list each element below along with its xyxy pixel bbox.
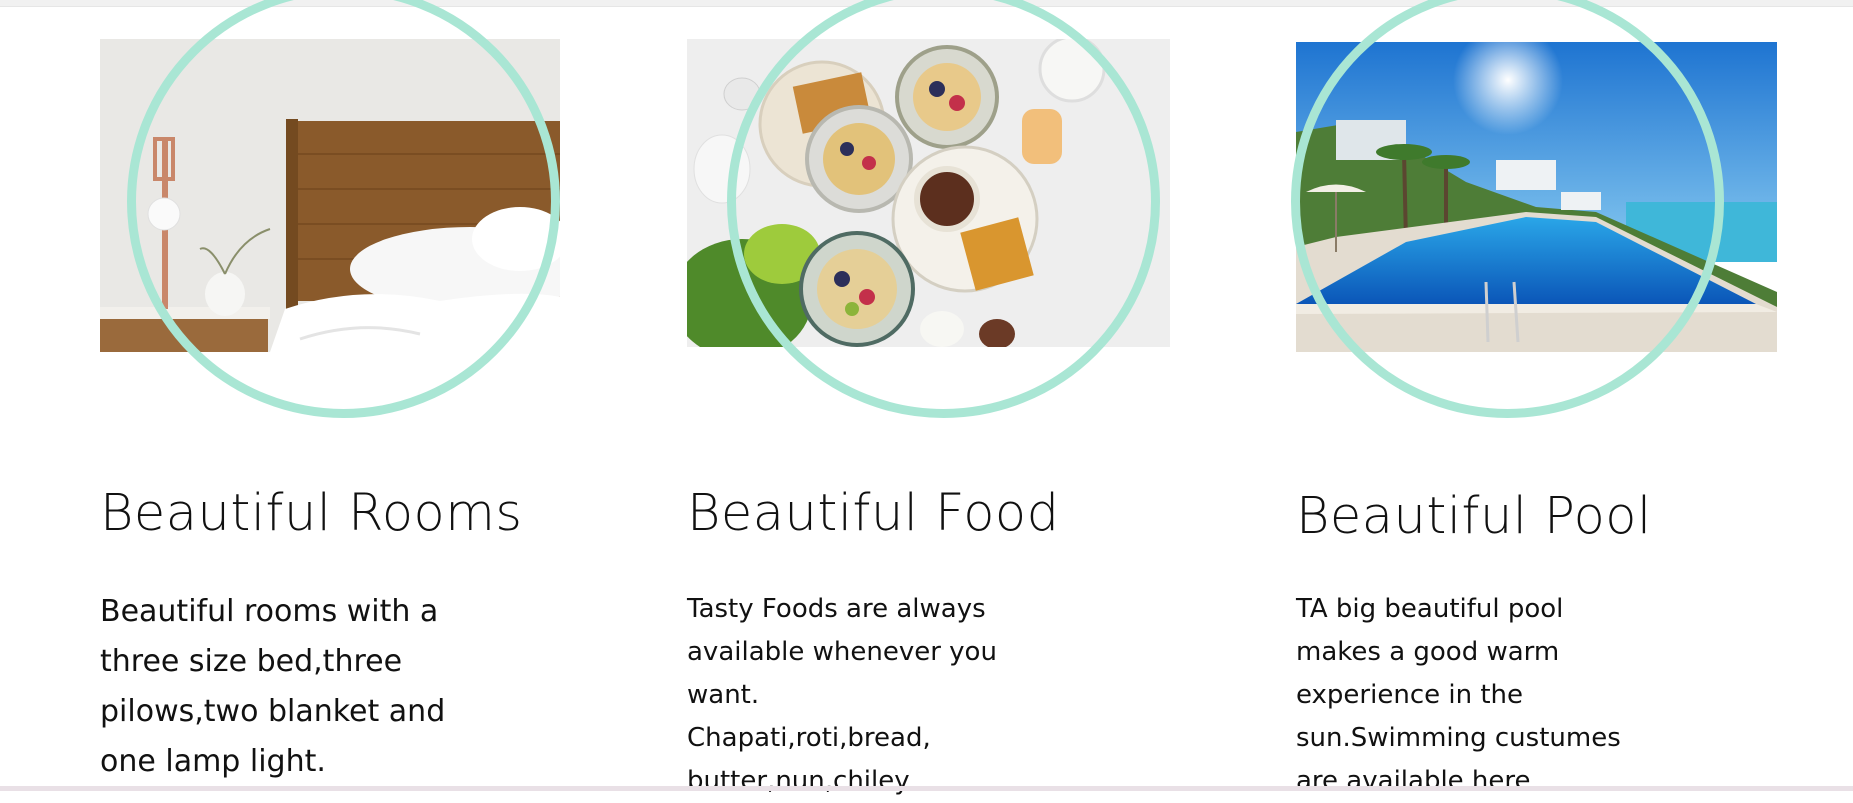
feature-title: Beautiful Rooms <box>100 484 523 543</box>
feature-title: Beautiful Food <box>687 484 1060 543</box>
bottom-divider <box>0 786 1853 791</box>
food-photo <box>687 39 1170 347</box>
feature-description: Tasty Foods are always available wheneve… <box>687 594 997 796</box>
feature-card-pool: Beautiful Pool TA big beautiful pool mak… <box>1291 0 1796 796</box>
feature-card-food: Beautiful Food Tasty Foods are always av… <box>687 0 1177 796</box>
bedroom-photo <box>100 39 560 352</box>
feature-description: Beautiful rooms with a three size bed,th… <box>100 594 446 779</box>
feature-title: Beautiful Pool <box>1296 487 1652 546</box>
pool-photo <box>1296 42 1777 352</box>
feature-card-rooms: Beautiful Rooms Beautiful rooms with a t… <box>100 0 570 791</box>
feature-description: TA big beautiful pool makes a good warm … <box>1296 594 1621 796</box>
